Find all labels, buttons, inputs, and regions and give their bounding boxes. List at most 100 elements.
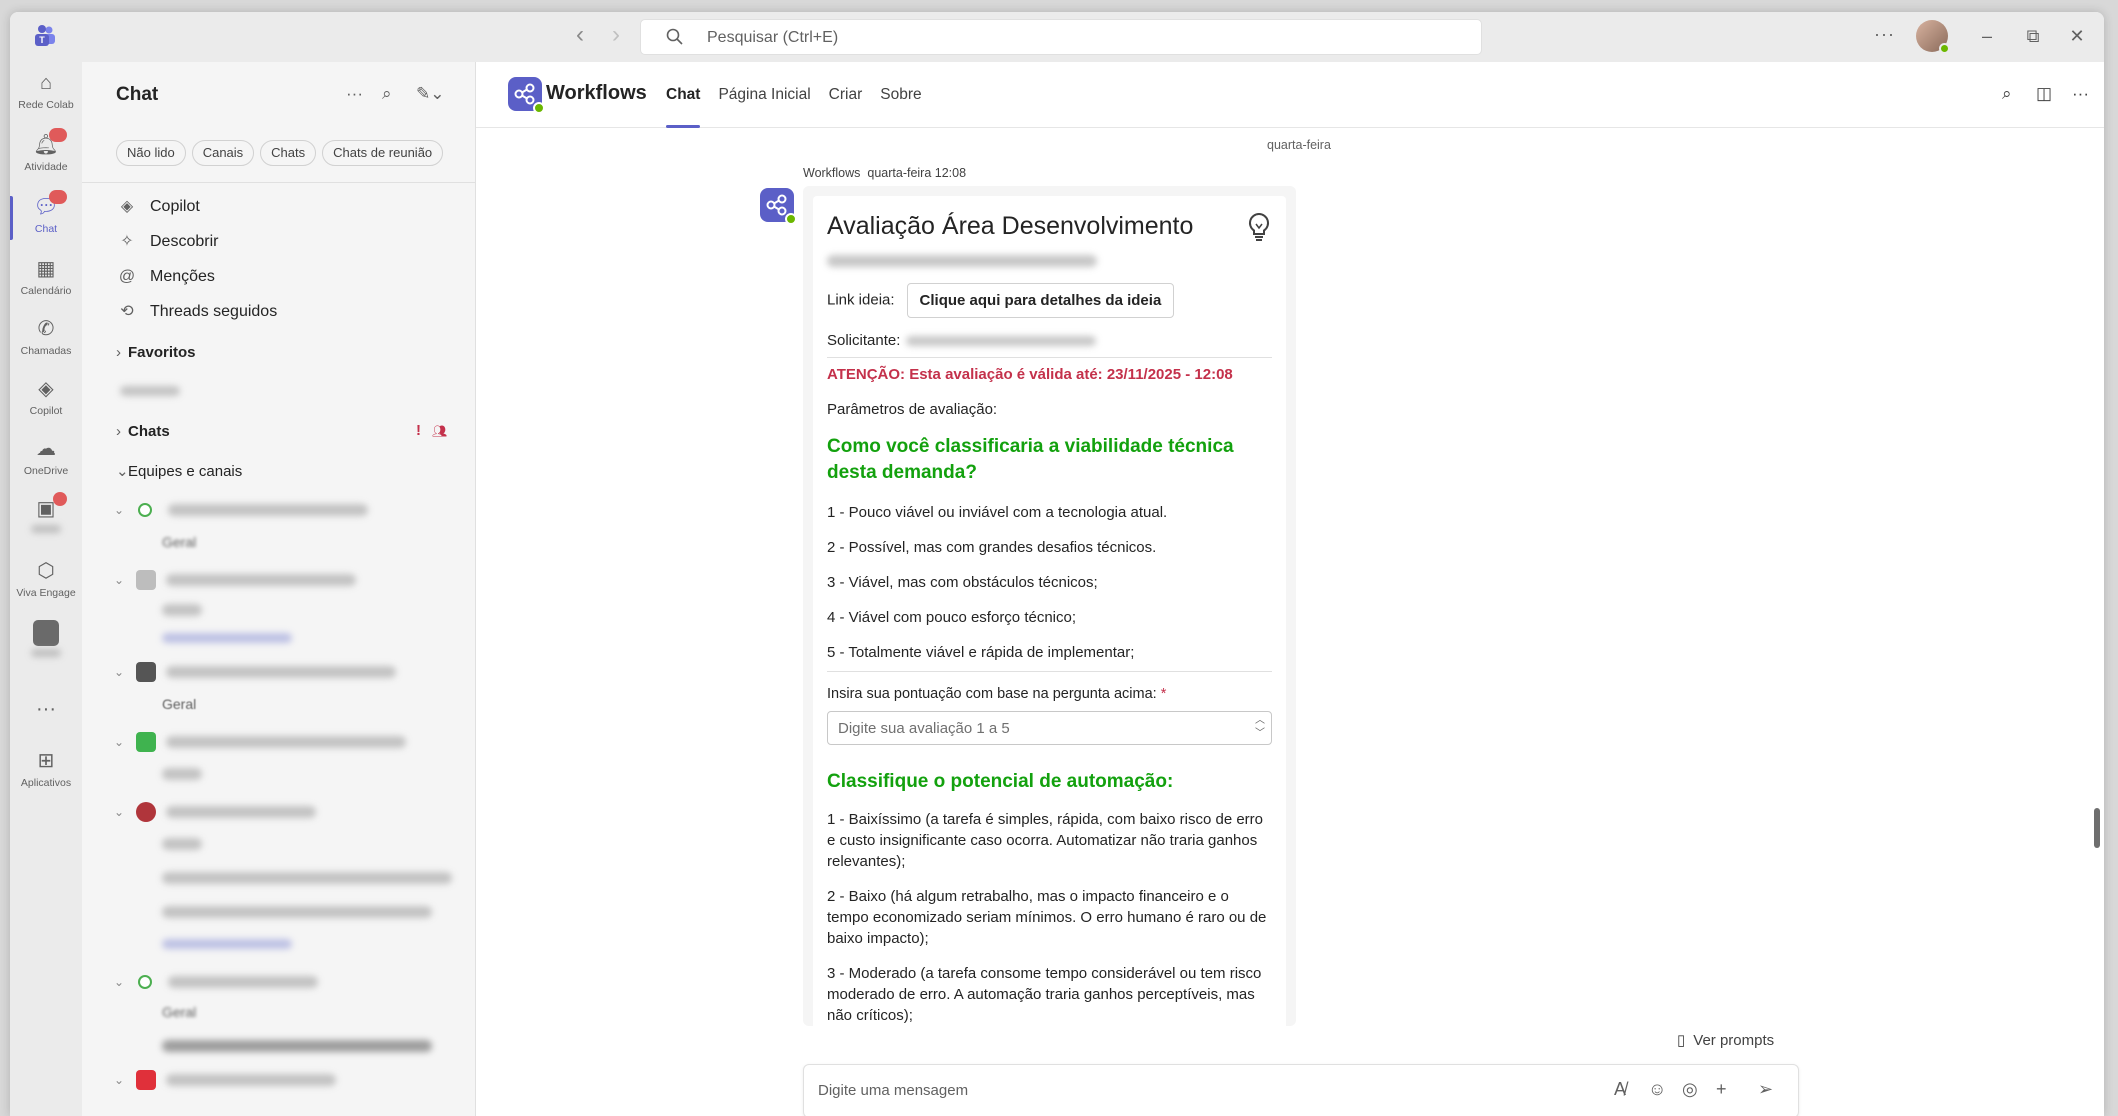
rail-item-calendario[interactable]: ▦ Calendário: [10, 252, 82, 310]
rail-item-blurred-app-2[interactable]: [10, 616, 82, 674]
channel-row[interactable]: Geral: [162, 692, 196, 716]
channel-row[interactable]: [162, 832, 202, 856]
rail-item-aplicativos[interactable]: ⊞ Aplicativos: [10, 744, 82, 802]
nav-label: Copilot: [150, 198, 200, 215]
channel-row[interactable]: [162, 900, 432, 924]
channel-name: Geral: [162, 534, 197, 550]
more-icon[interactable]: ···: [346, 84, 363, 104]
conversation-title: Workflows: [546, 82, 647, 104]
channel-row[interactable]: [162, 866, 452, 890]
team-row[interactable]: ⌄: [114, 1068, 336, 1092]
channel-row[interactable]: [162, 762, 202, 786]
new-chat-icon[interactable]: ✎⌄: [416, 84, 445, 104]
workflows-bot-avatar[interactable]: [508, 77, 545, 114]
number-spinner[interactable]: ︿ ﹀: [1255, 714, 1265, 740]
chevron-up-icon[interactable]: ︿: [1255, 714, 1265, 727]
rail-more[interactable]: ···: [10, 692, 82, 750]
nav-threads[interactable]: ⟲ Threads seguidos: [116, 297, 277, 327]
rail-item-chat[interactable]: 💬︎ Chat: [10, 190, 82, 248]
tab-chat[interactable]: Chat: [666, 86, 701, 128]
team-row[interactable]: ⌄: [114, 498, 368, 522]
forward-arrow-icon[interactable]: ›: [604, 23, 628, 48]
rail-item-blurred-app[interactable]: ▣: [10, 492, 82, 550]
section-favoritos[interactable]: › Favoritos: [116, 344, 196, 361]
blurred-link: [162, 633, 292, 643]
channel-row[interactable]: [162, 626, 292, 650]
tab-sobre[interactable]: Sobre: [880, 86, 921, 128]
nav-descobrir[interactable]: ✧ Descobrir: [116, 227, 218, 257]
loop-icon[interactable]: ◎: [1682, 1079, 1698, 1100]
search-input[interactable]: Pesquisar (Ctrl+E): [640, 19, 1482, 55]
team-row[interactable]: ⌄: [114, 730, 406, 754]
send-icon[interactable]: ➢: [1758, 1079, 1773, 1100]
option-item: 4 - Viável com pouco esforço técnico;: [827, 609, 1077, 626]
filter-channels[interactable]: Canais: [191, 140, 255, 166]
day-separator: quarta-feira: [1267, 138, 1331, 152]
emoji-icon[interactable]: ☺: [1648, 1079, 1666, 1100]
home-icon: ⌂: [39, 72, 53, 94]
rail-item-viva-engage[interactable]: ⬡ Viva Engage: [10, 554, 82, 612]
channel-row[interactable]: [162, 598, 202, 622]
filter-unread[interactable]: Não lido: [116, 140, 186, 166]
user-avatar[interactable]: [1916, 20, 1950, 54]
team-row[interactable]: ⌄: [114, 800, 316, 824]
threads-icon: ⟲: [120, 303, 134, 320]
chevron-down-icon: ⌄: [114, 665, 125, 679]
view-prompts-button[interactable]: ▯ Ver prompts: [1677, 1031, 1774, 1050]
rail-label: OneDrive: [23, 465, 69, 477]
restore-icon[interactable]: ⧉: [2018, 22, 2048, 50]
filter-meeting-chats[interactable]: Chats de reunião: [322, 140, 444, 166]
team-avatar: [138, 503, 152, 517]
back-arrow-icon[interactable]: ‹: [568, 23, 592, 48]
channel-row[interactable]: Geral: [162, 530, 196, 554]
team-row[interactable]: ⌄: [114, 970, 318, 994]
tab-criar[interactable]: Criar: [829, 86, 863, 128]
filter-chats[interactable]: Chats: [260, 140, 317, 166]
chevron-down-icon[interactable]: ﹀: [1255, 727, 1265, 740]
message-sender-avatar[interactable]: [760, 188, 797, 225]
nav-copilot[interactable]: ◈ Copilot: [116, 192, 200, 222]
people-icon: 👥︎: [432, 424, 448, 438]
search-icon[interactable]: ⌕: [2002, 84, 2012, 104]
teams-logo-icon[interactable]: T: [32, 23, 58, 49]
channel-row[interactable]: [162, 1034, 432, 1058]
section-equipes[interactable]: ⌄Equipes e canais: [116, 462, 242, 480]
sparkle-icon: ✧: [120, 233, 134, 250]
score-input[interactable]: Digite sua avaliação 1 a 5 ︿ ﹀: [827, 711, 1272, 745]
rail-item-rede-colab[interactable]: ⌂ Rede Colab: [10, 66, 82, 124]
section-chats[interactable]: › Chats: [116, 423, 170, 440]
add-icon[interactable]: +: [1716, 1079, 1727, 1100]
rail-item-chamadas[interactable]: ✆ Chamadas: [10, 312, 82, 370]
blurred-team-name: [166, 666, 396, 678]
link-label: Link ideia:: [827, 291, 895, 309]
conversation-tabs: Chat Página Inicial Criar Sobre: [666, 86, 922, 128]
side-panel-icon[interactable]: ◫: [2036, 84, 2052, 104]
chat-list-pane: Chat ··· ⌕ ✎⌄ Não lido Canais Chats Chat…: [82, 62, 476, 1116]
mention-icon: @: [118, 268, 136, 285]
channel-row[interactable]: [162, 932, 292, 956]
rail-label: Aplicativos: [20, 777, 72, 789]
tab-pagina-inicial[interactable]: Página Inicial: [718, 86, 810, 128]
team-row[interactable]: ⌄: [114, 568, 356, 592]
close-icon[interactable]: ✕: [2062, 22, 2092, 50]
more-options-icon[interactable]: ···: [1874, 24, 1895, 45]
nav-mencoes[interactable]: @ Menções: [116, 262, 215, 292]
idea-details-button[interactable]: Clique aqui para detalhes da ideia: [906, 283, 1175, 318]
blurred-team-name: [166, 736, 406, 748]
format-icon[interactable]: A̸: [1614, 1079, 1626, 1100]
message-compose-box[interactable]: Digite uma mensagem A̸ ☺ ◎ + ➢: [803, 1064, 1799, 1116]
rail-item-copilot[interactable]: ◈ Copilot: [10, 372, 82, 430]
more-options-icon[interactable]: ···: [2072, 84, 2089, 104]
channel-name: Geral: [162, 1004, 197, 1020]
option-item: 1 - Baixíssimo (a tarefa é simples, rápi…: [827, 811, 1264, 870]
channel-row[interactable]: Geral: [162, 1000, 196, 1024]
minimize-icon[interactable]: –: [1972, 22, 2002, 50]
rail-item-onedrive[interactable]: ☁︎ OneDrive: [10, 432, 82, 490]
presence-available-icon: [533, 102, 545, 114]
rail-item-atividade[interactable]: 🔔︎ Atividade: [10, 128, 82, 186]
divider: [82, 182, 475, 183]
search-icon[interactable]: ⌕: [382, 84, 392, 104]
team-row[interactable]: ⌄: [114, 660, 396, 684]
rail-label: Calendário: [20, 285, 72, 297]
scrollbar-thumb[interactable]: [2094, 808, 2100, 848]
